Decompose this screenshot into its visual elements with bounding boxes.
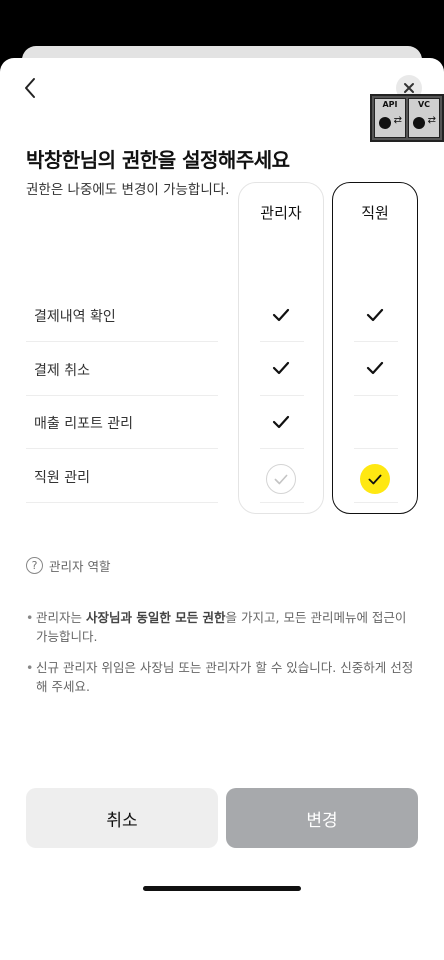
check-icon (274, 474, 288, 484)
page-title: 박창한님의 권한을 설정해주세요 (26, 148, 290, 172)
row-divider (260, 502, 304, 503)
question-circle-icon: ? (26, 557, 43, 574)
staff-role-radio[interactable] (360, 464, 390, 494)
vc-dot-icon (413, 117, 425, 129)
row-divider (26, 448, 218, 449)
check-icon (366, 361, 384, 375)
arrows-icon: ⇄ (393, 115, 402, 126)
row-divider (26, 341, 218, 342)
permission-label-staff-management: 직원 관리 (34, 470, 90, 486)
permission-label-payment-cancel: 결제 취소 (34, 363, 90, 379)
check-icon (368, 474, 382, 484)
admin-role-radio[interactable] (266, 464, 296, 494)
row-divider (354, 395, 398, 396)
chevron-left-icon (25, 78, 35, 98)
check-icon (272, 361, 290, 375)
api-dot-icon (379, 117, 391, 129)
row-divider (354, 448, 398, 449)
arrows-icon: ⇄ (427, 115, 436, 126)
row-divider (260, 341, 304, 342)
vc-panel: VC ⇄ (408, 98, 440, 138)
row-divider (26, 502, 218, 503)
help-bullet-1: 관리자는 사장님과 동일한 모든 권한을 가지고, 모든 관리메뉴에 접근이 가… (26, 608, 416, 646)
staff-column-header: 직원 (361, 204, 389, 222)
help-bullet-2: 신규 관리자 위임은 사장님 또는 관리자가 할 수 있습니다. 신중하게 선정… (26, 658, 416, 696)
home-indicator (143, 886, 301, 891)
api-vc-badge: API ⇄ VC ⇄ (370, 94, 444, 142)
cancel-button[interactable]: 취소 (26, 788, 218, 848)
permission-label-sales-report: 매출 리포트 관리 (34, 416, 134, 432)
page-subtitle: 권한은 나중에도 변경이 가능합니다. (26, 182, 230, 198)
api-panel: API ⇄ (374, 98, 406, 138)
change-button[interactable]: 변경 (226, 788, 418, 848)
row-divider (354, 502, 398, 503)
help-section-title: ? 관리자 역할 (26, 556, 110, 575)
back-button[interactable] (16, 74, 44, 102)
row-divider (260, 448, 304, 449)
row-divider (260, 395, 304, 396)
permission-label-payment-history: 결제내역 확인 (34, 309, 116, 325)
row-divider (26, 395, 218, 396)
check-icon (272, 308, 290, 322)
check-icon (272, 415, 290, 429)
close-icon (404, 83, 414, 93)
help-title-text: 관리자 역할 (49, 559, 111, 574)
check-icon (366, 308, 384, 322)
row-divider (354, 341, 398, 342)
admin-column-header: 관리자 (260, 204, 302, 222)
